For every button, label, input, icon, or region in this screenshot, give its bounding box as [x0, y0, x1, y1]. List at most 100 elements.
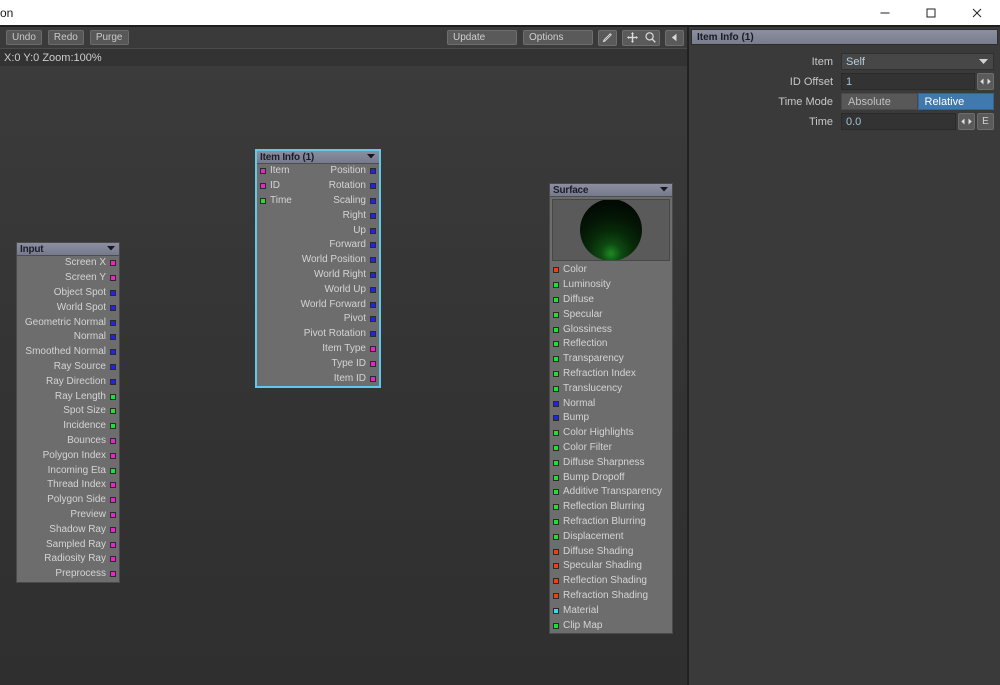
- input-port-transparency[interactable]: [553, 356, 559, 363]
- output-port-item-type[interactable]: [370, 345, 376, 352]
- input-port-color[interactable]: [553, 267, 559, 274]
- input-port-diffuse[interactable]: [553, 296, 559, 303]
- output-port-screen-y[interactable]: [110, 275, 116, 282]
- purge-button[interactable]: Purge: [89, 30, 129, 45]
- output-port-thread-index[interactable]: [110, 482, 116, 489]
- output-port-screen-x[interactable]: [110, 260, 116, 267]
- input-port-diffuse-shading[interactable]: [553, 548, 559, 555]
- input-port-diffuse-sharpness[interactable]: [553, 459, 559, 466]
- node-header-item-info[interactable]: Item Info (1): [257, 151, 379, 164]
- redo-button[interactable]: Redo: [47, 30, 84, 45]
- input-port-bump[interactable]: [553, 415, 559, 422]
- output-port-scaling[interactable]: [370, 197, 376, 204]
- node-item-info[interactable]: Item Info (1) Item Position ID Rotation Time S…: [255, 149, 381, 388]
- time-mode-option-relative[interactable]: Relative: [917, 93, 994, 110]
- update-button[interactable]: Update: [447, 30, 517, 45]
- input-port-bump-dropoff[interactable]: [553, 474, 559, 481]
- output-port-position[interactable]: [370, 168, 376, 175]
- node-preview-surface[interactable]: [552, 199, 670, 261]
- chevron-down-icon[interactable]: [106, 244, 116, 255]
- input-port-normal[interactable]: [553, 400, 559, 407]
- input-port-time[interactable]: [260, 197, 266, 204]
- panel-tab-item-info[interactable]: Item Info (1): [691, 29, 998, 45]
- input-port-reflection-shading[interactable]: [553, 578, 559, 585]
- output-port-smoothed-normal[interactable]: [110, 349, 116, 356]
- output-port-preview[interactable]: [110, 511, 116, 518]
- move-icon[interactable]: [623, 31, 641, 45]
- input-port-additive-transparency[interactable]: [553, 489, 559, 496]
- input-port-glossiness[interactable]: [553, 326, 559, 333]
- input-port-displacement[interactable]: [553, 533, 559, 540]
- input-port-reflection[interactable]: [553, 341, 559, 348]
- input-port-color-highlights[interactable]: [553, 430, 559, 437]
- input-port-refraction-index[interactable]: [553, 370, 559, 377]
- output-port-ray-direction[interactable]: [110, 378, 116, 385]
- stepper-arrows-icon[interactable]: [958, 113, 975, 130]
- stepper-arrows-icon[interactable]: [977, 73, 994, 90]
- pen-icon[interactable]: [598, 29, 617, 46]
- output-port-incidence[interactable]: [110, 423, 116, 430]
- collapse-left-icon[interactable]: [665, 29, 684, 46]
- node-surface[interactable]: Surface Color Luminosity Diffuse Specular Glo…: [549, 183, 673, 634]
- node-input[interactable]: Input Screen X Screen Y Object Spot World Sp…: [16, 242, 120, 583]
- output-port-world-spot[interactable]: [110, 304, 116, 311]
- output-port-polygon-index[interactable]: [110, 452, 116, 459]
- time-input[interactable]: 0.0: [841, 113, 956, 130]
- time-mode-option-absolute[interactable]: Absolute: [841, 93, 918, 110]
- id-offset-input[interactable]: 1: [841, 73, 975, 90]
- input-port-specular[interactable]: [553, 311, 559, 318]
- minimize-button[interactable]: [862, 0, 908, 26]
- input-port-id[interactable]: [260, 183, 266, 190]
- close-button[interactable]: [954, 0, 1000, 26]
- field-control: Self: [841, 53, 994, 70]
- output-port-polygon-side[interactable]: [110, 497, 116, 504]
- output-port-object-spot[interactable]: [110, 289, 116, 296]
- envelope-button[interactable]: E: [977, 113, 994, 130]
- output-port-world-right[interactable]: [370, 271, 376, 278]
- node-graph-canvas[interactable]: Input Screen X Screen Y Object Spot World Sp…: [0, 66, 688, 685]
- input-port-translucency[interactable]: [553, 385, 559, 392]
- input-port-luminosity[interactable]: [553, 282, 559, 289]
- output-port-world-up[interactable]: [370, 286, 376, 293]
- input-port-material[interactable]: [553, 607, 559, 614]
- output-port-shadow-ray[interactable]: [110, 526, 116, 533]
- output-port-forward[interactable]: [370, 242, 376, 249]
- node-header-input[interactable]: Input: [17, 243, 119, 256]
- output-port-item-id[interactable]: [370, 375, 376, 382]
- input-port-item[interactable]: [260, 168, 266, 175]
- input-port-color-filter[interactable]: [553, 444, 559, 451]
- output-port-bounces[interactable]: [110, 437, 116, 444]
- input-port-clip-map[interactable]: [553, 622, 559, 629]
- node-header-surface[interactable]: Surface: [550, 184, 672, 197]
- output-port-pivot[interactable]: [370, 316, 376, 323]
- output-port-spot-size[interactable]: [110, 408, 116, 415]
- output-label: Screen X: [64, 257, 106, 269]
- output-port-normal[interactable]: [110, 334, 116, 341]
- output-port-world-position[interactable]: [370, 257, 376, 264]
- chevron-down-icon[interactable]: [978, 56, 989, 68]
- chevron-down-icon[interactable]: [366, 152, 376, 163]
- input-port-refraction-blurring[interactable]: [553, 518, 559, 525]
- undo-button[interactable]: Undo: [6, 30, 42, 45]
- input-port-refraction-shading[interactable]: [553, 592, 559, 599]
- output-port-incoming-eta[interactable]: [110, 467, 116, 474]
- input-port-specular-shading[interactable]: [553, 563, 559, 570]
- output-port-ray-source[interactable]: [110, 363, 116, 370]
- maximize-button[interactable]: [908, 0, 954, 26]
- output-port-radiosity-ray[interactable]: [110, 556, 116, 563]
- output-port-sampled-ray[interactable]: [110, 541, 116, 548]
- output-port-right[interactable]: [370, 212, 376, 219]
- output-port-type-id[interactable]: [370, 360, 376, 367]
- output-port-geometric-normal[interactable]: [110, 319, 116, 326]
- item-select[interactable]: Self: [841, 53, 994, 70]
- magnifier-icon[interactable]: [641, 31, 659, 45]
- output-port-preprocess[interactable]: [110, 571, 116, 578]
- output-port-ray-length[interactable]: [110, 393, 116, 400]
- options-button[interactable]: Options: [523, 30, 593, 45]
- output-port-up[interactable]: [370, 227, 376, 234]
- output-port-rotation[interactable]: [370, 183, 376, 190]
- chevron-down-icon[interactable]: [659, 185, 669, 196]
- input-port-reflection-blurring[interactable]: [553, 504, 559, 511]
- output-port-world-forward[interactable]: [370, 301, 376, 308]
- output-port-pivot-rotation[interactable]: [370, 331, 376, 338]
